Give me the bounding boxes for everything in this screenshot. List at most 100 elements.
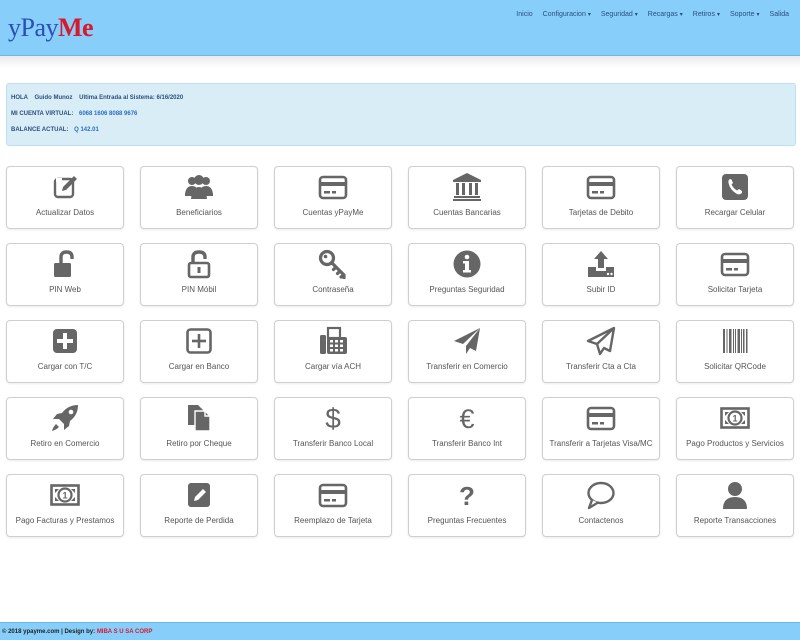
tile-retiro-por-cheque[interactable]: Retiro por Cheque [140,397,258,460]
tile-label: Beneficiarios [176,208,222,217]
tile-label: Retiro en Comercio [30,439,100,448]
tile-recargar-celular[interactable]: Recargar Celular [676,166,794,229]
tile-label: Transferir Banco Int [432,439,502,448]
plus-square-outline-icon [184,326,214,356]
nav-item-recargas[interactable]: Recargas ▾ [643,11,688,18]
tile-solicitar-tarjeta[interactable]: Solicitar Tarjeta [676,243,794,306]
brand-logo[interactable]: yPayMe [8,12,94,44]
tile-cargar-en-banco[interactable]: Cargar en Banco [140,320,258,383]
tile-pago-facturas-y-prestamos[interactable]: 1 Pago Facturas y Prestamos [6,474,124,537]
tile-label: Cuentas yPayMe [302,208,364,217]
nav-item-label: Recargas [647,11,678,18]
tile-cuentas-bancarias[interactable]: Cuentas Bancarias [408,166,526,229]
tile-label: Contraseña [312,285,354,294]
tile-actualizar-datos[interactable]: Actualizar Datos [6,166,124,229]
tile-cuentas-ypayme[interactable]: Cuentas yPayMe [274,166,392,229]
footer-copyright: © 2018 ypayme.com | Design by: [2,629,96,635]
tile-label: Transferir Cta a Cta [566,362,636,371]
caret-down-icon: ▾ [756,12,760,18]
tile-label: Recargar Celular [704,208,766,217]
tile-label: Transferir a Tarjetas Visa/MC [549,439,653,448]
edit-icon [50,172,80,202]
nav-item-inicio[interactable]: Inicio [511,11,537,18]
tile-label: Tarjetas de Debito [568,208,634,217]
info-icon [452,249,482,279]
tile-retiro-en-comercio[interactable]: Retiro en Comercio [6,397,124,460]
tile-solicitar-qrcode[interactable]: Solicitar QRCode [676,320,794,383]
tile-contactenos[interactable]: Contactenos [542,474,660,537]
credit-card-icon [318,480,348,510]
tile-label: Cargar vía ACH [304,362,362,371]
nav-item-retiros[interactable]: Retiros ▾ [688,11,725,18]
navbar-shadow [0,56,800,68]
nav-item-seguridad[interactable]: Seguridad ▾ [596,11,643,18]
balance-row: BALANCE ACTUAL: Q 142.01 [11,127,791,143]
tile-pin-web[interactable]: PIN Web [6,243,124,306]
svg-text:1: 1 [62,491,67,501]
bank-icon [452,172,482,202]
caret-down-icon: ▾ [679,12,683,18]
svg-text:?: ? [459,481,475,510]
tile-reemplazo-de-tarjeta[interactable]: Reemplazo de Tarjeta [274,474,392,537]
nav-item-salida[interactable]: Salida [765,11,794,18]
tile-label: Subir ID [586,285,616,294]
last-login-value: 6/16/2020 [156,95,184,101]
tile-transferir-en-comercio[interactable]: Transferir en Comercio [408,320,526,383]
nav-item-label: Salida [769,11,789,18]
tile-contrasena[interactable]: Contraseña [274,243,392,306]
nav-item-label: Configuracion [542,11,586,18]
account-info-panel: HOLA Guido Munoz Ultima Entrada al Siste… [6,83,796,146]
caret-down-icon: ▾ [634,12,638,18]
nav-item-soporte[interactable]: Soporte ▾ [725,11,765,18]
money-icon: 1 [720,403,750,433]
tile-label: Solicitar Tarjeta [707,285,763,294]
user-icon [720,480,750,510]
tile-pin-mobil[interactable]: PIN Móbil [140,243,258,306]
tile-label: Preguntas Frecuentes [427,516,507,525]
nav-item-label: Retiros [692,11,715,18]
tile-label: Reporte de Perdida [164,516,234,525]
tile-label: Pago Productos y Servicios [686,439,784,448]
paper-plane-outline-icon [586,326,616,356]
tile-reporte-transacciones[interactable]: Reporte Transacciones [676,474,794,537]
tile-label: Transferir Banco Local [292,439,374,448]
key-icon [318,249,348,279]
tile-label: PIN Web [49,285,81,294]
tile-label: Transferir en Comercio [426,362,508,371]
svg-text:$: $ [325,403,341,433]
tile-preguntas-seguridad[interactable]: Preguntas Seguridad [408,243,526,306]
caret-down-icon: ▾ [587,12,591,18]
tile-transferir-a-tarjetas-visa-mc[interactable]: Transferir a Tarjetas Visa/MC [542,397,660,460]
credit-card-icon [720,249,750,279]
nav-item-label: Inicio [516,11,533,18]
comment-icon [586,480,616,510]
tile-preguntas-frecuentes[interactable]: ? Preguntas Frecuentes [408,474,526,537]
tile-pago-productos-y-servicios[interactable]: 1 Pago Productos y Servicios [676,397,794,460]
main-menu: Inicio Configuracion ▾ Seguridad ▾ Recargas ▾ R… [511,11,794,18]
tile-transferir-banco-int[interactable]: € Transferir Banco Int [408,397,526,460]
greeting-row: HOLA Guido Munoz Ultima Entrada al Siste… [11,95,791,111]
credit-card-icon [318,172,348,202]
plus-square-icon [50,326,80,356]
tile-cargar-via-ach[interactable]: Cargar vía ACH [274,320,392,383]
tile-transferir-cta-a-cta[interactable]: Transferir Cta a Cta [542,320,660,383]
tile-subir-id[interactable]: Subir ID [542,243,660,306]
credit-card-icon [586,172,616,202]
phone-icon [720,172,750,202]
tile-transferir-banco-local[interactable]: $ Transferir Banco Local [274,397,392,460]
nav-item-configuracion[interactable]: Configuracion ▾ [538,11,596,18]
tile-label: Actualizar Datos [35,208,95,217]
tile-reporte-de-perdida[interactable]: Reporte de Perdida [140,474,258,537]
tile-cargar-con-t-c[interactable]: Cargar con T/C [6,320,124,383]
tile-label: Reemplazo de Tarjeta [294,516,372,525]
tile-beneficiarios[interactable]: Beneficiarios [140,166,258,229]
balance-value: Q 142.01 [74,127,99,133]
footer-designer[interactable]: MIBA S U SA CORP [97,629,153,635]
tile-label: Retiro por Cheque [166,439,232,448]
top-navbar: yPayMe Inicio Configuracion ▾ Seguridad ▾ Rec… [0,0,800,56]
tile-label: Cuentas Bancarias [433,208,501,217]
tile-label: PIN Móbil [181,285,217,294]
caret-down-icon: ▾ [716,12,720,18]
tile-tarjetas-de-debito[interactable]: Tarjetas de Debito [542,166,660,229]
users-icon [184,172,214,202]
